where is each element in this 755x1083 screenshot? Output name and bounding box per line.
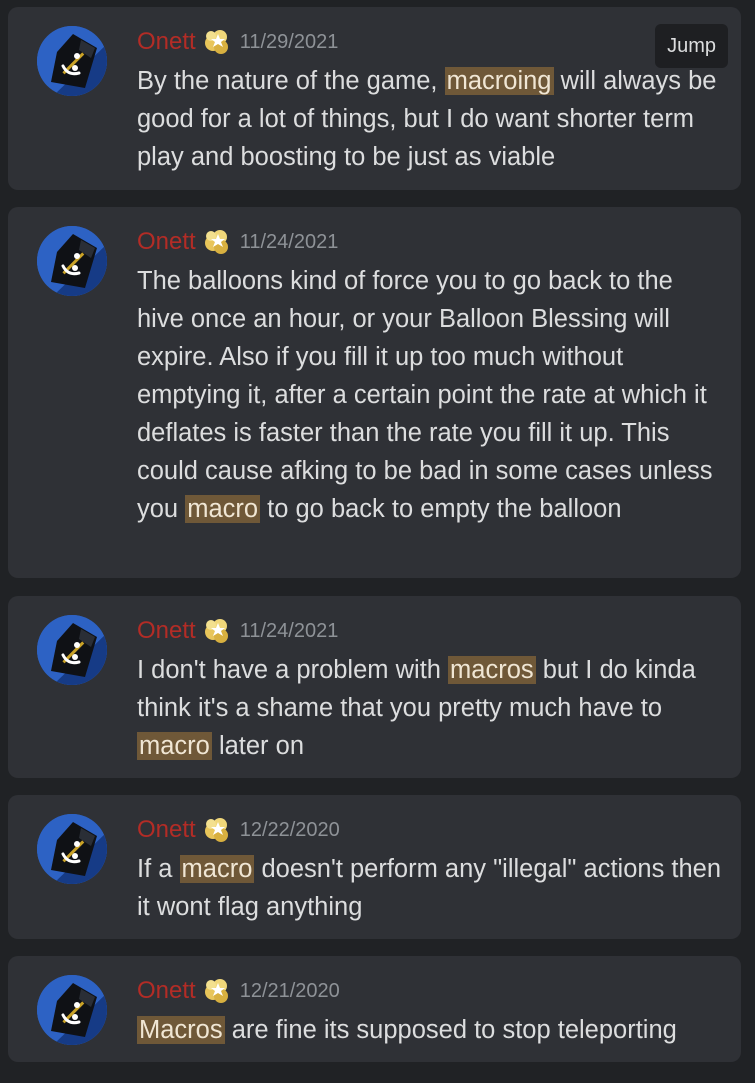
timestamp: 11/24/2021 (239, 620, 339, 642)
star-burst-icon (201, 815, 231, 845)
avatar[interactable] (37, 615, 107, 685)
search-result[interactable]: Onett 12/21/2020 Macros are fine its sup… (8, 956, 741, 1062)
username[interactable]: Onett (137, 813, 196, 847)
search-highlight: macroing (444, 67, 554, 95)
avatar-icon (37, 26, 107, 96)
timestamp: 12/21/2020 (239, 980, 340, 1002)
username[interactable]: Onett (137, 974, 196, 1008)
message-text: are fine its supposed to stop teleportin… (224, 1016, 677, 1044)
search-highlight: macro (137, 732, 212, 760)
avatar-icon (37, 975, 107, 1045)
message-header: Onett 11/24/2021 (137, 614, 338, 648)
star-burst-icon (201, 616, 231, 646)
message-header: Onett 11/29/2021 (137, 25, 338, 59)
avatar-icon (37, 226, 107, 296)
message-text: If a (137, 855, 180, 883)
avatar[interactable] (37, 975, 107, 1045)
message-text: By the nature of the game, (137, 67, 445, 95)
username[interactable]: Onett (137, 25, 196, 59)
message-content: The balloons kind of force you to go bac… (137, 262, 722, 528)
star-burst-icon (201, 976, 231, 1006)
timestamp: 11/24/2021 (239, 231, 339, 253)
timestamp: 11/29/2021 (239, 31, 339, 53)
search-result[interactable]: Onett 11/24/2021 The balloons kind of fo… (8, 207, 741, 578)
message-content: Macros are fine its supposed to stop tel… (137, 1011, 722, 1049)
message-text: The balloons kind of force you to go bac… (137, 267, 713, 523)
search-highlight: Macros (137, 1016, 225, 1044)
message-text: to go back to empty the balloon (260, 495, 622, 523)
star-burst-icon (201, 227, 231, 257)
search-results: Onett 11/29/2021 By the nature of the ga… (0, 0, 755, 1083)
message-text: I don't have a problem with (137, 656, 449, 684)
username[interactable]: Onett (137, 225, 196, 259)
message-header: Onett 12/22/2020 (137, 813, 340, 847)
search-highlight: macros (448, 656, 536, 684)
avatar[interactable] (37, 26, 107, 96)
message-content: If a macro doesn't perform any "illegal"… (137, 850, 722, 926)
avatar-icon (37, 615, 107, 685)
message-content: I don't have a problem with macros but I… (137, 651, 722, 765)
star-burst-icon (201, 27, 231, 57)
search-result[interactable]: Onett 11/24/2021 I don't have a problem … (8, 596, 741, 778)
message-content: By the nature of the game, macroing will… (137, 62, 722, 176)
username[interactable]: Onett (137, 614, 196, 648)
avatar[interactable] (37, 814, 107, 884)
message-header: Onett 11/24/2021 (137, 225, 338, 259)
search-result[interactable]: Onett 11/29/2021 By the nature of the ga… (8, 7, 741, 190)
search-highlight: macro (185, 495, 261, 523)
avatar-icon (37, 814, 107, 884)
search-result[interactable]: Onett 12/22/2020 If a macro doesn't perf… (8, 795, 741, 939)
jump-button[interactable]: Jump (655, 24, 728, 68)
avatar[interactable] (37, 226, 107, 296)
message-header: Onett 12/21/2020 (137, 974, 340, 1008)
search-highlight: macro (179, 855, 255, 883)
message-text: later on (211, 732, 304, 760)
timestamp: 12/22/2020 (239, 819, 340, 841)
